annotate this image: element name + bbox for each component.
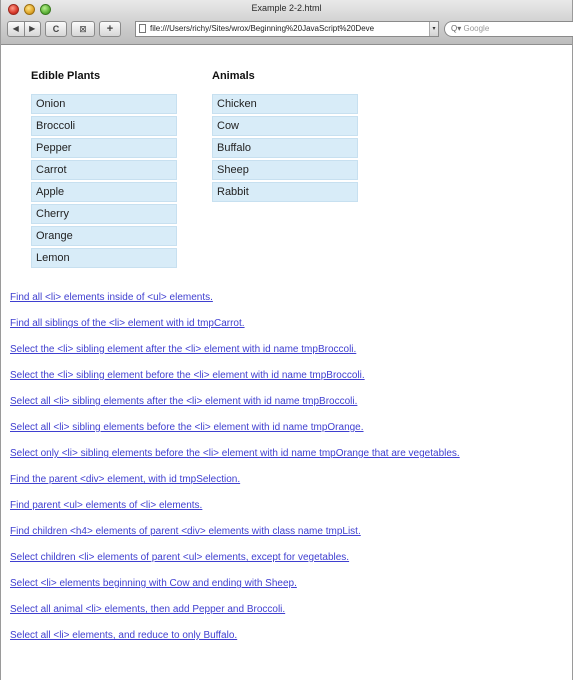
edible-plants-items: Onion Broccoli Pepper Carrot Apple Cherry Oran… (31, 94, 177, 268)
action-link[interactable]: Find parent <ul> elements of <li> elemen… (10, 500, 460, 519)
action-link[interactable]: Find children <h4> elements of parent <d… (10, 526, 460, 545)
action-link[interactable]: Select the <li> sibling element before t… (10, 370, 460, 389)
browser-window: Example 2-2.html ◀ ▶ C ⊠ + file:///Users… (0, 0, 573, 680)
animal-list-item: Cow (212, 116, 358, 136)
plant-list-item: Onion (31, 94, 177, 114)
action-link[interactable]: Select the <li> sibling element after th… (10, 344, 460, 363)
plant-list-item: Cherry (31, 204, 177, 224)
edible-plants-list: Edible Plants Onion Broccoli Pepper Carrot A… (31, 70, 177, 270)
reload-button[interactable]: C (45, 21, 67, 37)
animals-items: Chicken Cow Buffalo Sheep Rabbit (212, 94, 358, 202)
back-forward-control: ◀ ▶ (7, 21, 41, 37)
plant-list-item: Lemon (31, 248, 177, 268)
search-placeholder: Google (463, 24, 490, 33)
address-bar[interactable]: file:///Users/richy/Sites/wrox/Beginning… (135, 21, 439, 37)
action-link[interactable]: Select all animal <li> elements, then ad… (10, 604, 460, 623)
window-title: Example 2-2.html (251, 3, 322, 13)
action-links: Find all <li> elements inside of <ul> el… (10, 292, 460, 656)
action-link[interactable]: Find the parent <div> element, with id t… (10, 474, 460, 493)
animal-list-item: Buffalo (212, 138, 358, 158)
plant-list-item: Orange (31, 226, 177, 246)
edible-plants-heading: Edible Plants (31, 70, 101, 82)
add-bookmark-button[interactable]: + (99, 21, 121, 37)
snapback-button[interactable]: ⊠ (71, 21, 95, 37)
animals-heading: Animals (212, 70, 255, 82)
address-text: file:///Users/richy/Sites/wrox/Beginning… (150, 24, 375, 33)
plant-list-item: Pepper (31, 138, 177, 158)
action-link[interactable]: Select <li> elements beginning with Cow … (10, 578, 460, 597)
animal-list-item: Rabbit (212, 182, 358, 202)
action-link[interactable]: Find all <li> elements inside of <ul> el… (10, 292, 460, 311)
back-arrow-icon[interactable]: ◀ (8, 22, 24, 36)
plant-list-item: Carrot (31, 160, 177, 180)
animals-list: Animals Chicken Cow Buffalo Sheep Rabbit (212, 70, 358, 204)
forward-arrow-icon[interactable]: ▶ (23, 22, 41, 36)
action-link[interactable]: Select only <li> sibling elements before… (10, 448, 460, 467)
url-dropdown-icon[interactable]: ▾ (429, 22, 438, 36)
page-icon (139, 24, 146, 33)
plant-list-item: Broccoli (31, 116, 177, 136)
magnifier-icon: Q▾ (451, 24, 462, 33)
title-bar: Example 2-2.html ◀ ▶ C ⊠ + file:///Users… (1, 0, 573, 45)
action-link[interactable]: Select children <li> elements of parent … (10, 552, 460, 571)
search-field[interactable]: Q▾ Google (444, 21, 573, 37)
toolbar: ◀ ▶ C ⊠ + file:///Users/richy/Sites/wrox… (7, 21, 573, 39)
page-content: Edible Plants Onion Broccoli Pepper Carrot A… (1, 45, 572, 680)
animal-list-item: Chicken (212, 94, 358, 114)
action-link[interactable]: Find all siblings of the <li> element wi… (10, 318, 460, 337)
animal-list-item: Sheep (212, 160, 358, 180)
action-link[interactable]: Select all <li> elements, and reduce to … (10, 630, 460, 649)
action-link[interactable]: Select all <li> sibling elements after t… (10, 396, 460, 415)
action-link[interactable]: Select all <li> sibling elements before … (10, 422, 460, 441)
plant-list-item: Apple (31, 182, 177, 202)
